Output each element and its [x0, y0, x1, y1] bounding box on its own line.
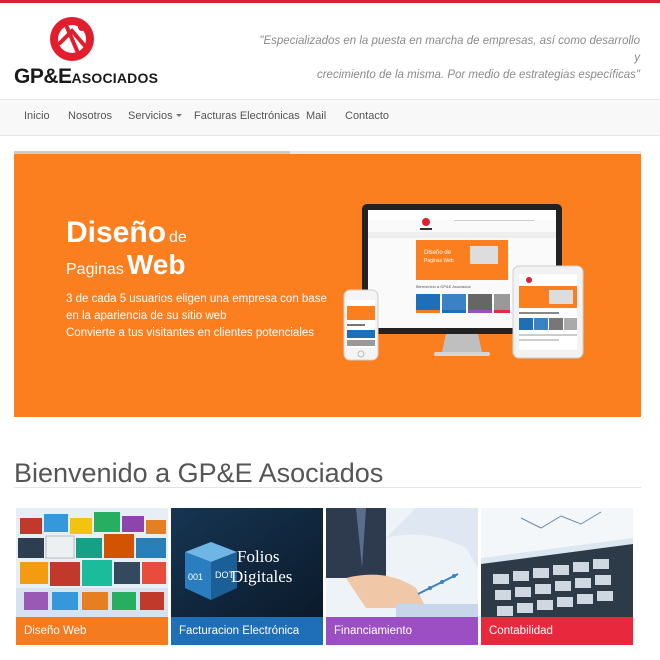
screen-caption: Bienvenido a GP&E Asociados [416, 284, 471, 289]
hero-slider[interactable]: Diseño de Paginas Web 3 de cada 5 usuarios… [14, 154, 641, 417]
tile-label-diseno-web: Diseño Web [16, 617, 168, 645]
site-header: GP&EASOCIADOS "Especializados en la pues… [0, 3, 660, 99]
logo-text-main: GP&E [14, 65, 72, 88]
slide-title-line-1: Diseño de [66, 216, 187, 250]
logo-text-sub: ASOCIADOS [71, 70, 159, 86]
slide-title2-small: Paginas [66, 261, 124, 278]
nav-inicio[interactable]: Inicio [24, 110, 50, 122]
slide-copy-line-3: Convierte a tus visitantes en clientes p… [66, 327, 315, 339]
slide-title2-bold: Web [126, 249, 186, 280]
tablet-illustration [512, 265, 584, 359]
service-tile-contabilidad[interactable]: Contabilidad [481, 508, 633, 645]
page-headline: Bienvenido a GP&E Asociados [14, 458, 384, 489]
main-navbar: Inicio Nosotros Servicios Facturas Elect… [0, 99, 660, 136]
caret-down-icon [175, 114, 182, 117]
accounting-calculator-image [481, 508, 633, 617]
slide-copy: 3 de cada 5 usuarios eligen una empresa … [66, 291, 327, 342]
slide-title-line-2: Paginas Web [66, 249, 185, 281]
folios-digitales-image: 001 DOT Folios Digitales [171, 508, 323, 617]
slide-title-small: de [169, 229, 187, 246]
site-logo[interactable]: GP&EASOCIADOS [12, 15, 158, 93]
tile-label-facturacion-electronica: Facturacion Electrónica [171, 617, 323, 645]
nav-facturas-electronicas[interactable]: Facturas Electrónicas [194, 110, 300, 122]
phone-illustration [343, 289, 379, 361]
nav-mail[interactable]: Mail [306, 110, 326, 122]
nav-nosotros[interactable]: Nosotros [68, 110, 112, 122]
nav-servicios[interactable]: Servicios [128, 110, 182, 122]
service-tile-facturacion-electronica[interactable]: 001 DOT Folios Digitales Facturacion Ele… [171, 508, 323, 645]
nav-contacto[interactable]: Contacto [345, 110, 389, 122]
tagline-line-2: crecimiento de la misma. Por medio de es… [316, 69, 640, 81]
screen-title-b: Paginas Web [424, 258, 454, 264]
service-tile-financiamiento[interactable]: Financiamiento [326, 508, 478, 645]
logo-mark-icon [50, 17, 94, 61]
header-tagline: "Especializados en la puesta en marcha d… [255, 33, 640, 84]
tagline-line-1: "Especializados en la puesta en marcha d… [259, 35, 640, 64]
digitales-text: Digitales [231, 567, 292, 586]
headline-divider [14, 487, 641, 488]
slide-copy-line-1: 3 de cada 5 usuarios eligen una empresa … [66, 293, 327, 305]
screen-title-a: Diseño de [424, 250, 452, 256]
slide-copy-line-2: en la apariencia de su sitio web [66, 310, 227, 322]
tile-label-contabilidad: Contabilidad [481, 617, 633, 645]
nav-servicios-label: Servicios [128, 110, 173, 122]
cube-text-1: 001 [188, 572, 203, 582]
web-design-collage-image [16, 508, 168, 617]
tile-label-financiamiento: Financiamiento [326, 617, 478, 645]
financing-handshake-image [326, 508, 478, 617]
folios-text: Folios [237, 547, 280, 566]
service-tile-diseno-web[interactable]: Diseño Web [16, 508, 168, 645]
logo-wordmark: GP&EASOCIADOS [14, 65, 158, 89]
slide-title-bold: Diseño [66, 216, 167, 249]
